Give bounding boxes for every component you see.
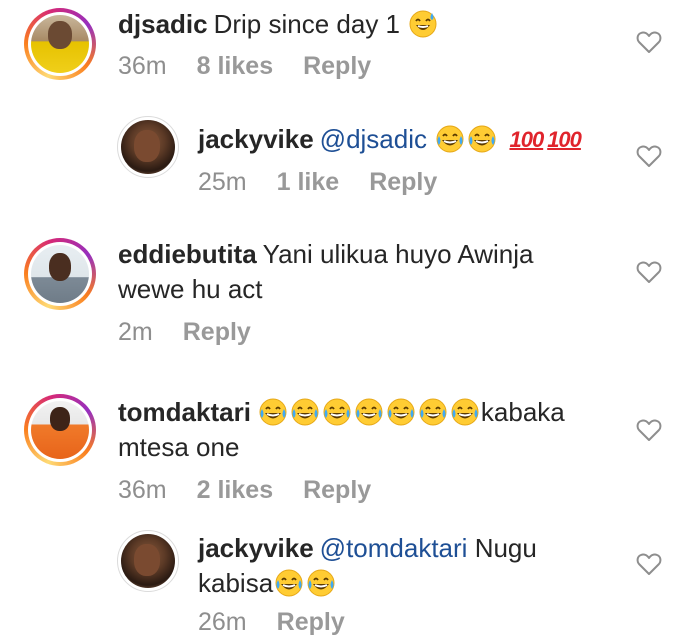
comment-time: 36m — [118, 476, 167, 504]
mention-link[interactable]: @djsadic — [320, 124, 427, 154]
comment-username[interactable]: tomdaktari — [118, 397, 251, 427]
avatar[interactable] — [24, 238, 96, 310]
hundred-points-emoji: 100 — [509, 127, 544, 152]
like-heart-icon[interactable] — [636, 30, 662, 54]
like-heart-icon[interactable] — [636, 260, 662, 284]
tears-of-joy-emoji — [258, 397, 288, 427]
comment-username[interactable]: jackyvike — [198, 533, 314, 563]
like-heart-icon[interactable] — [636, 418, 662, 442]
tears-of-joy-emoji — [467, 124, 497, 154]
comment-time: 36m — [118, 52, 167, 80]
tears-of-joy-emoji — [274, 568, 304, 598]
avatar[interactable] — [24, 8, 96, 80]
like-heart-icon[interactable] — [636, 144, 662, 168]
avatar[interactable] — [117, 530, 179, 592]
tears-of-joy-emoji — [322, 397, 352, 427]
tears-of-joy-emoji — [435, 124, 465, 154]
avatar[interactable] — [24, 394, 96, 466]
reply-button[interactable]: Reply — [369, 168, 437, 196]
hundred-points-emoji: 100 — [547, 127, 582, 152]
reply-button[interactable]: Reply — [303, 476, 371, 504]
comment-time: 25m — [198, 168, 247, 196]
like-heart-icon[interactable] — [636, 552, 662, 576]
mention-link[interactable]: @tomdaktari — [320, 533, 468, 563]
comment-username[interactable]: jackyvike — [198, 124, 314, 154]
tears-of-joy-emoji — [418, 397, 448, 427]
tears-of-joy-emoji — [306, 568, 336, 598]
avatar[interactable] — [117, 116, 179, 178]
grinning-sweat-emoji — [408, 9, 438, 39]
reply-button[interactable]: Reply — [303, 52, 371, 80]
comment-username[interactable]: djsadic — [118, 9, 208, 39]
comment-likes[interactable]: 2 likes — [197, 476, 273, 504]
tears-of-joy-emoji — [290, 397, 320, 427]
comment-text: Drip since day 1 — [213, 9, 401, 39]
reply-button[interactable]: Reply — [183, 318, 251, 346]
tears-of-joy-emoji — [354, 397, 384, 427]
tears-of-joy-emoji — [386, 397, 416, 427]
tears-of-joy-emoji — [450, 397, 480, 427]
comment-time: 2m — [118, 318, 153, 346]
comment-username[interactable]: eddiebutita — [118, 239, 257, 269]
comment-likes[interactable]: 8 likes — [197, 52, 273, 80]
comment-likes[interactable]: 1 like — [277, 168, 340, 196]
